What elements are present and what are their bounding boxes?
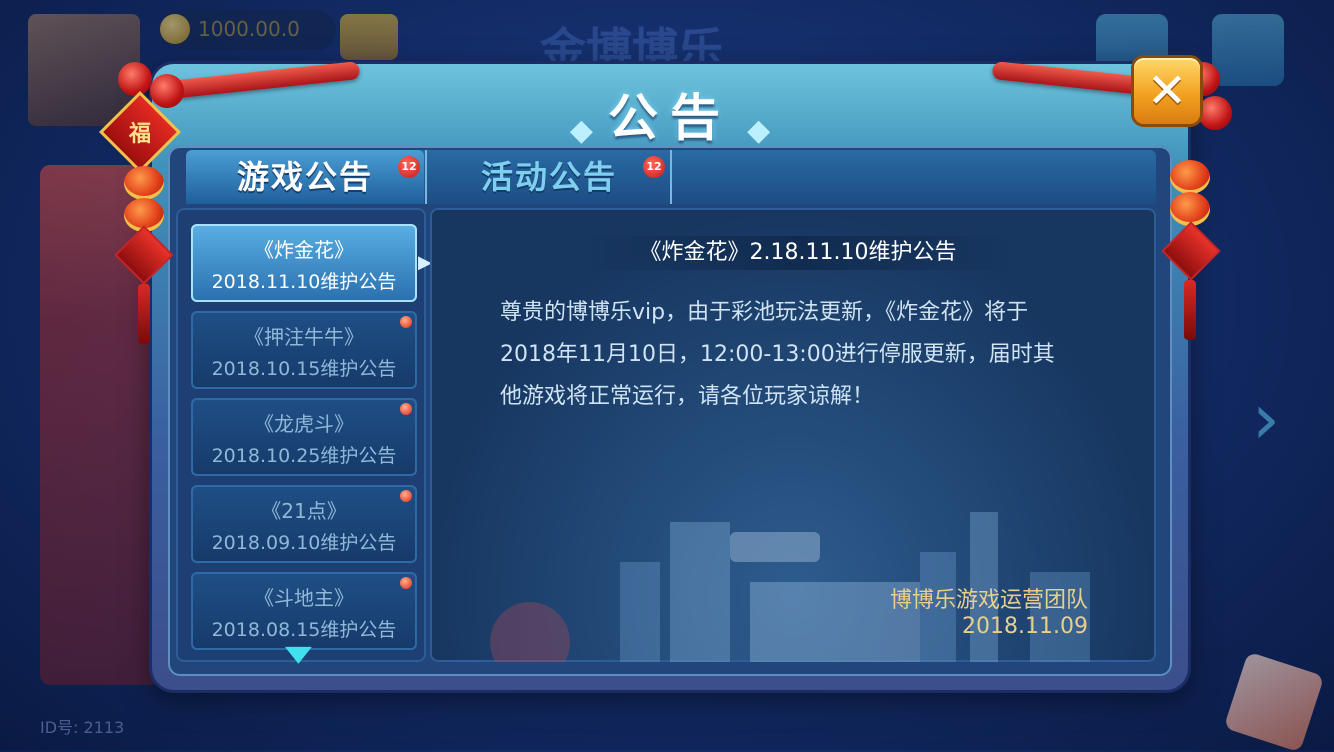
- tab-game-badge: 12: [398, 156, 420, 178]
- unread-dot-icon: [400, 577, 412, 589]
- chevron-down-icon[interactable]: ▼: [285, 642, 312, 667]
- unread-dot-icon: [400, 403, 412, 415]
- fu-charm-text: 福: [128, 122, 151, 147]
- tab-game-announcements[interactable]: 游戏公告: [186, 150, 424, 204]
- tab-event-badge: 12: [643, 156, 665, 178]
- dice-icon: [1223, 651, 1325, 752]
- notice-body-line: 尊贵的博博乐vip，由于彩池玩法更新，《炸金花》将于: [500, 300, 1029, 325]
- lobby-button-2: [1212, 14, 1284, 86]
- notice-item-21-points[interactable]: 《21点》 2018.09.10维护公告: [191, 485, 417, 563]
- player-id: ID号: 2113: [40, 718, 125, 737]
- coin-icon: [160, 14, 190, 44]
- tab-divider: [425, 150, 427, 204]
- lantern-icon: [1170, 192, 1210, 226]
- spade-left-icon: ◆: [569, 113, 593, 148]
- notice-item-zhajinhua[interactable]: 《炸金花》 2018.11.10维护公告: [191, 224, 417, 302]
- notice-item-yazhu-niuniu[interactable]: 《押注牛牛》 2018.10.15维护公告: [191, 311, 417, 389]
- tassel-decoration: [1184, 280, 1196, 340]
- notice-item-doudizhu[interactable]: 《斗地主》 2018.08.15维护公告: [191, 572, 417, 650]
- chevron-right-icon: ›: [1252, 378, 1280, 460]
- notice-heading: 《炸金花》2.18.11.10维护公告: [578, 236, 1018, 270]
- notice-date: 2018.11.09: [962, 614, 1088, 639]
- spade-right-icon: ◆: [747, 113, 771, 148]
- lantern-icon: [124, 166, 164, 200]
- flower-decoration: [150, 74, 184, 108]
- flower-decoration: [1198, 96, 1232, 130]
- notice-item-title: 《斗地主》: [254, 586, 354, 610]
- unread-dot-icon: [400, 316, 412, 328]
- tassel-decoration: [138, 284, 150, 344]
- notice-item-title: 《21点》: [261, 499, 347, 523]
- notice-item-subtitle: 2018.10.25维护公告: [211, 445, 397, 467]
- tab-event-announcements[interactable]: 活动公告: [428, 150, 670, 204]
- notice-item-title: 《炸金花》: [254, 238, 354, 262]
- notice-item-subtitle: 2018.11.10维护公告: [211, 271, 397, 293]
- notice-item-title: 《押注牛牛》: [244, 325, 364, 349]
- notice-item-title: 《龙虎斗》: [254, 412, 354, 436]
- coin-balance: 1000.00.0: [198, 17, 300, 41]
- lantern-icon: [1170, 160, 1210, 194]
- lantern-icon: [124, 198, 164, 232]
- notice-signature: 博博乐游戏运营团队: [889, 588, 1088, 613]
- notice-item-longhudou[interactable]: 《龙虎斗》 2018.10.25维护公告: [191, 398, 417, 476]
- notice-body-text: 尊贵的博博乐vip，由于彩池玩法更新，《炸金花》将于 2018年11月10日，1…: [500, 292, 1100, 418]
- notice-item-subtitle: 2018.09.10维护公告: [211, 532, 397, 554]
- notice-body-line: 他游戏将正常运行，请各位玩家谅解！: [500, 384, 875, 409]
- unread-dot-icon: [400, 490, 412, 502]
- close-icon: ✕: [1146, 63, 1188, 119]
- flower-decoration: [118, 62, 152, 96]
- dialog-title: 公告: [608, 89, 732, 147]
- notice-item-subtitle: 2018.10.15维护公告: [211, 358, 397, 380]
- close-button[interactable]: ✕: [1134, 58, 1200, 124]
- tab-divider: [670, 150, 672, 204]
- add-coins-button: [340, 14, 398, 60]
- notice-item-subtitle: 2018.08.15维护公告: [211, 619, 397, 641]
- notice-body-line: 2018年11月10日，12:00-13:00进行停服更新，届时其: [500, 342, 1055, 367]
